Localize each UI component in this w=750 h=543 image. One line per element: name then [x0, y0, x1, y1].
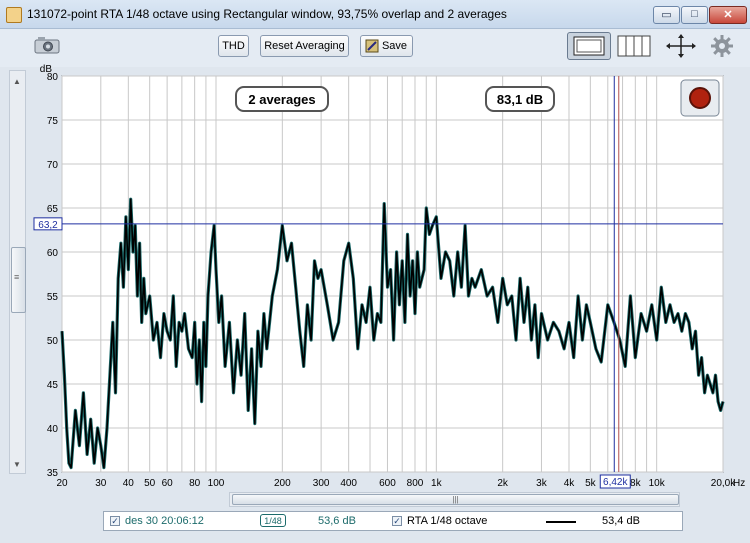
layout-single-button[interactable]: [567, 32, 611, 60]
x-tick-label: 800: [407, 478, 424, 489]
x-tick-label: 2k: [497, 478, 509, 489]
y-tick-label: 60: [47, 248, 59, 259]
y-tick-label: 45: [47, 380, 59, 391]
camera-icon[interactable]: [34, 36, 60, 54]
save-button-label: Save: [381, 40, 408, 52]
save-icon: [365, 39, 379, 53]
app-icon: [6, 7, 22, 23]
minimize-icon: ▭: [661, 9, 672, 21]
y-tick-label: 75: [47, 116, 59, 127]
save-button[interactable]: Save: [360, 35, 413, 57]
x-tick-label: 20: [56, 478, 68, 489]
x-tick-label: 600: [379, 478, 396, 489]
minimize-button[interactable]: ▭: [653, 6, 680, 24]
x-tick-label: 3k: [536, 478, 548, 489]
legend: ✓ des 30 20:06:12 1/48 53,6 dB ✓ RTA 1/4…: [103, 511, 683, 531]
x-tick-label: 40: [123, 478, 135, 489]
fit-view-button[interactable]: [663, 32, 699, 60]
x-tick-label: 4k: [564, 478, 576, 489]
y-tick-label: 65: [47, 204, 59, 215]
monitor-icon: [573, 36, 605, 56]
reset-averaging-button[interactable]: Reset Averaging: [260, 35, 349, 57]
maximize-button[interactable]: □: [681, 6, 708, 24]
record-icon[interactable]: [689, 87, 711, 109]
cursor-y-readout: 63,2: [38, 220, 58, 231]
legend-row1-value: 53,6 dB: [318, 515, 356, 527]
horizontal-scroll-thumb[interactable]: |||: [232, 494, 679, 505]
window-title: 131072-point RTA 1/48 octave using Recta…: [27, 7, 507, 21]
cursor-x-readout: 6,42k: [603, 477, 628, 488]
horizontal-scrollbar[interactable]: |||: [229, 492, 680, 507]
level-text: 83,1 dB: [497, 92, 543, 107]
legend-row2-line-sample: [546, 521, 576, 523]
layout-columns-button[interactable]: [616, 32, 652, 60]
rta-chart[interactable]: 35404550556065707580dB20 30 40 50 60 80 100 200…: [0, 60, 750, 492]
y-tick-label: 40: [47, 424, 59, 435]
legend-row2-value: 53,4 dB: [602, 515, 640, 527]
legend-row1-date: des 30 20:06:12: [125, 515, 204, 527]
close-icon: ✕: [723, 9, 733, 21]
x-axis-unit-label: Hz: [733, 478, 745, 489]
expand-arrows-icon: [666, 34, 696, 58]
x-tick-label: 8k: [630, 478, 642, 489]
y-tick-label: 50: [47, 336, 59, 347]
x-tick-label: 80: [189, 478, 201, 489]
y-tick-label: 55: [47, 292, 59, 303]
legend-row1-checkbox[interactable]: ✓: [110, 516, 120, 526]
maximize-icon: □: [691, 8, 698, 20]
x-tick-label: 30: [95, 478, 107, 489]
x-tick-label: 200: [274, 478, 291, 489]
averages-text: 2 averages: [248, 92, 315, 107]
plot-area: [61, 75, 724, 473]
x-tick-label: 400: [340, 478, 357, 489]
legend-row1-badge: 1/48: [260, 514, 286, 527]
y-axis-unit-label: dB: [40, 64, 53, 75]
y-tick-label: 70: [47, 160, 59, 171]
close-button[interactable]: ✕: [709, 6, 747, 24]
x-tick-label: 50: [144, 478, 156, 489]
x-tick-label: 100: [208, 478, 225, 489]
cursor-vertical-secondary: [618, 76, 620, 472]
gear-icon[interactable]: [710, 34, 734, 58]
title-bar: 131072-point RTA 1/48 octave using Recta…: [0, 0, 750, 29]
x-tick-label: 1k: [431, 478, 443, 489]
x-tick-label: 5k: [585, 478, 597, 489]
x-tick-label: 10k: [649, 478, 666, 489]
thd-button[interactable]: THD: [218, 35, 249, 57]
x-tick-label: 300: [313, 478, 330, 489]
x-tick-label: 60: [162, 478, 174, 489]
columns-icon: [617, 35, 651, 57]
legend-row2-checkbox[interactable]: ✓: [392, 516, 402, 526]
legend-row2-name: RTA 1/48 octave: [407, 515, 488, 527]
